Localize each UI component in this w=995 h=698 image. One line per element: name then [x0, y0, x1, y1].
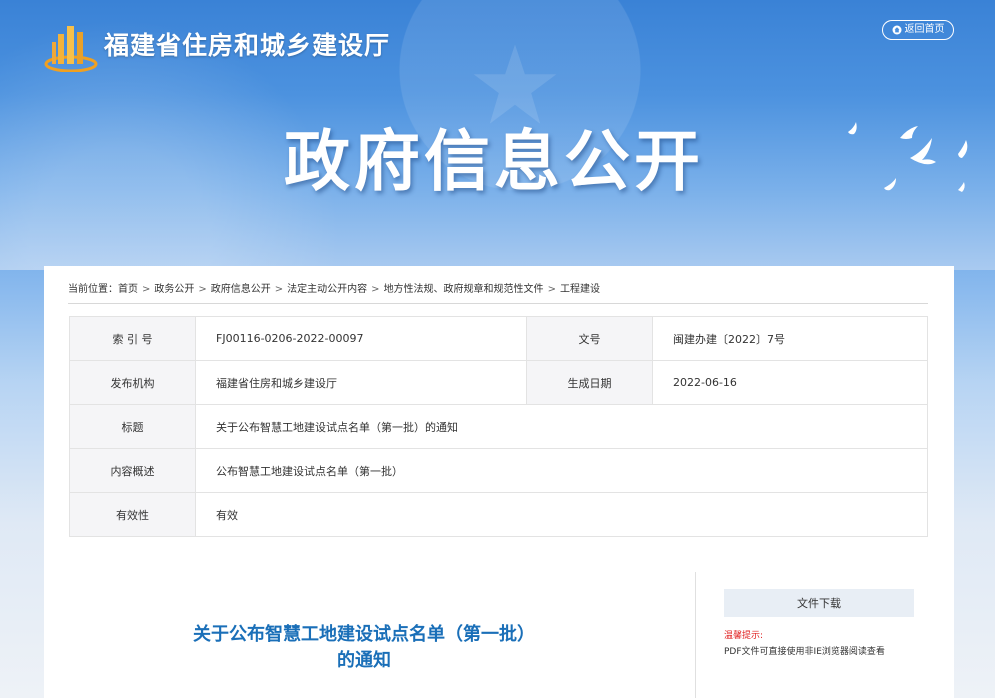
title-label: 标题 — [69, 404, 196, 449]
table-row: 内容概述 公布智慧工地建设试点名单（第一批） — [69, 448, 928, 493]
doc-number-value: 闽建办建〔2022〕7号 — [652, 316, 928, 361]
title-value: 关于公布智慧工地建设试点名单（第一批）的通知 — [195, 404, 928, 449]
banner-title: 政府信息公开 — [284, 123, 704, 200]
breadcrumb-item-regulations[interactable]: 地方性法规、政府规章和规范性文件 — [384, 284, 544, 295]
table-row: 发布机构 福建省住房和城乡建设厅 生成日期 2022-06-16 — [69, 360, 928, 405]
breadcrumb: 当前位置：首页 > 政务公开 > 政府信息公开 > 法定主动公开内容 > 地方性法规、政府规章和… — [68, 280, 928, 304]
header-banner: 福建省住房和城乡建设厅 返回首页 政府信息公开 — [0, 0, 995, 270]
breadcrumb-item-gov-info[interactable]: 政府信息公开 — [211, 284, 271, 295]
document-meta-table: 索 引 号 FJ00116-0206-2022-00097 文号 闽建办建〔20… — [69, 316, 928, 537]
table-row: 索 引 号 FJ00116-0206-2022-00097 文号 闽建办建〔20… — [69, 316, 928, 361]
file-download-button[interactable]: 文件下载 — [724, 589, 914, 617]
date-value: 2022-06-16 — [652, 360, 928, 405]
document-title-line1: 关于公布智慧工地建设试点名单（第一批） — [193, 624, 535, 645]
column-divider — [695, 572, 696, 698]
summary-label: 内容概述 — [69, 448, 196, 493]
breadcrumb-item-construction[interactable]: 工程建设 — [560, 284, 600, 295]
site-title[interactable]: 福建省住房和城乡建设厅 — [104, 26, 390, 62]
table-row: 有效性 有效 — [69, 492, 928, 537]
content-card: 当前位置：首页 > 政务公开 > 政府信息公开 > 法定主动公开内容 > 地方性法规、政府规章和… — [44, 266, 954, 698]
document-title-line2: 的通知 — [337, 650, 391, 671]
home-icon — [892, 25, 901, 35]
summary-value: 公布智慧工地建设试点名单（第一批） — [195, 448, 928, 493]
doc-number-label: 文号 — [526, 316, 653, 361]
index-number-value: FJ00116-0206-2022-00097 — [195, 316, 527, 361]
publisher-value: 福建省住房和城乡建设厅 — [195, 360, 527, 405]
publisher-label: 发布机构 — [69, 360, 196, 405]
breadcrumb-prefix: 当前位置： — [68, 284, 118, 295]
index-number-label: 索 引 号 — [69, 316, 196, 361]
breadcrumb-item-public-affairs[interactable]: 政务公开 — [154, 284, 194, 295]
site-logo-icon — [44, 26, 98, 72]
validity-value: 有效 — [195, 492, 928, 537]
document-title: 关于公布智慧工地建设试点名单（第一批） 的通知 — [104, 622, 624, 674]
date-label: 生成日期 — [526, 360, 653, 405]
tip-text: PDF文件可直接使用非IE浏览器阅读查看 — [724, 647, 885, 657]
breadcrumb-item-home[interactable]: 首页 — [118, 284, 138, 295]
validity-label: 有效性 — [69, 492, 196, 537]
breadcrumb-item-statutory[interactable]: 法定主动公开内容 — [287, 284, 367, 295]
tip-label: 温馨提示: — [724, 631, 764, 641]
return-home-label: 返回首页 — [904, 24, 945, 35]
return-home-button[interactable]: 返回首页 — [882, 20, 954, 40]
table-row: 标题 关于公布智慧工地建设试点名单（第一批）的通知 — [69, 404, 928, 449]
doves-decoration-icon — [848, 122, 968, 192]
